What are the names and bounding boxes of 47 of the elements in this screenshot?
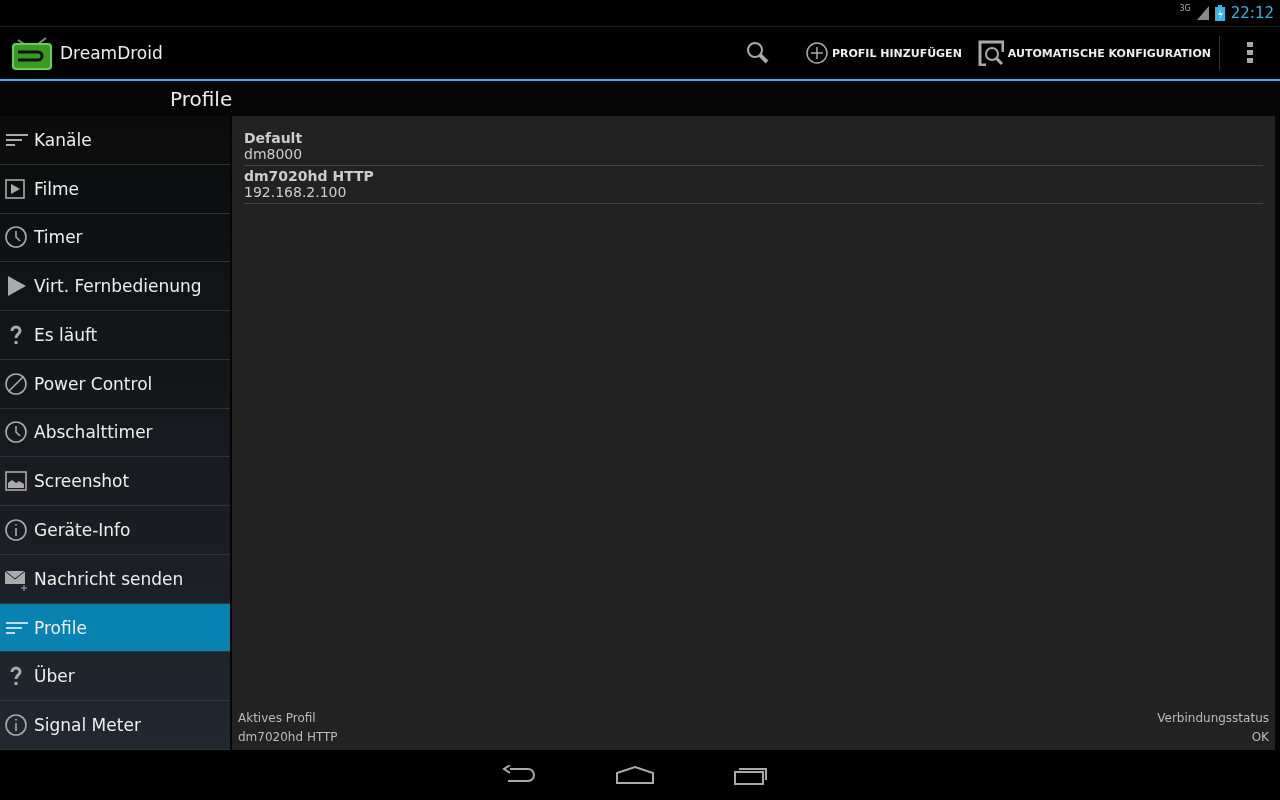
profile-host: 192.168.2.100 [244,184,348,200]
app-title: DreamDroid [60,43,163,63]
nav-item[interactable]: Screenshot [0,457,230,507]
nav-label: Virt. Fernbedienung [34,276,202,297]
profile-name[interactable]: Default [244,130,1263,146]
profile-host: dm8000 [244,146,304,162]
image-icon [4,469,28,494]
tv-logo-icon [10,34,54,72]
profile-name[interactable]: dm7020hd HTTP [244,168,1263,184]
screen-title: Profile [170,86,233,111]
back-button[interactable] [502,765,536,785]
info-icon [4,713,28,738]
active-profile-label: Aktives Profil [238,711,317,725]
play-square-icon [4,176,28,201]
home-button[interactable] [616,766,654,784]
nav-item[interactable]: Profile [0,603,230,653]
connection-status-value: OK [1251,730,1269,744]
active-profile-value: dm7020hd HTTP [238,730,339,744]
nav-label: Timer [34,227,83,248]
nav-label: Über [34,666,75,687]
signal-icon [1196,6,1209,20]
nav-label: Signal Meter [34,715,141,736]
network-type: 3G [1179,4,1191,13]
clock-icon [4,420,28,445]
auto-config-button[interactable]: AUTOMATISCHE KONFIGURATION [969,36,1220,70]
add-circle-icon [805,42,828,64]
nav-item[interactable]: Nachricht senden [0,554,230,604]
connection-status-label: Verbindungsstatus [1157,711,1269,725]
search-frame-icon [977,40,1004,66]
clock-icon [4,225,28,250]
nav-label: Profile [34,617,87,638]
nav-label: Power Control [34,373,153,394]
no-entry-icon [4,371,28,396]
nav-label: Es läuft [34,324,98,345]
recent-apps-button[interactable] [734,765,768,785]
nav-label: Filme [34,178,79,199]
overflow-menu-icon [1246,42,1254,64]
nav-label: Abschalttimer [34,422,153,443]
nav-label: Geräte-Info [34,520,131,540]
nav-label: Nachricht senden [34,568,184,589]
search-icon [745,41,770,65]
clock-time: 22:12 [1230,4,1274,22]
battery-icon [1214,5,1225,21]
nav-label: Kanäle [34,129,92,150]
info-icon [4,518,28,542]
add-profile-button[interactable]: PROFIL HINZUFÜGEN [797,36,970,70]
nav-label: Screenshot [34,471,130,492]
